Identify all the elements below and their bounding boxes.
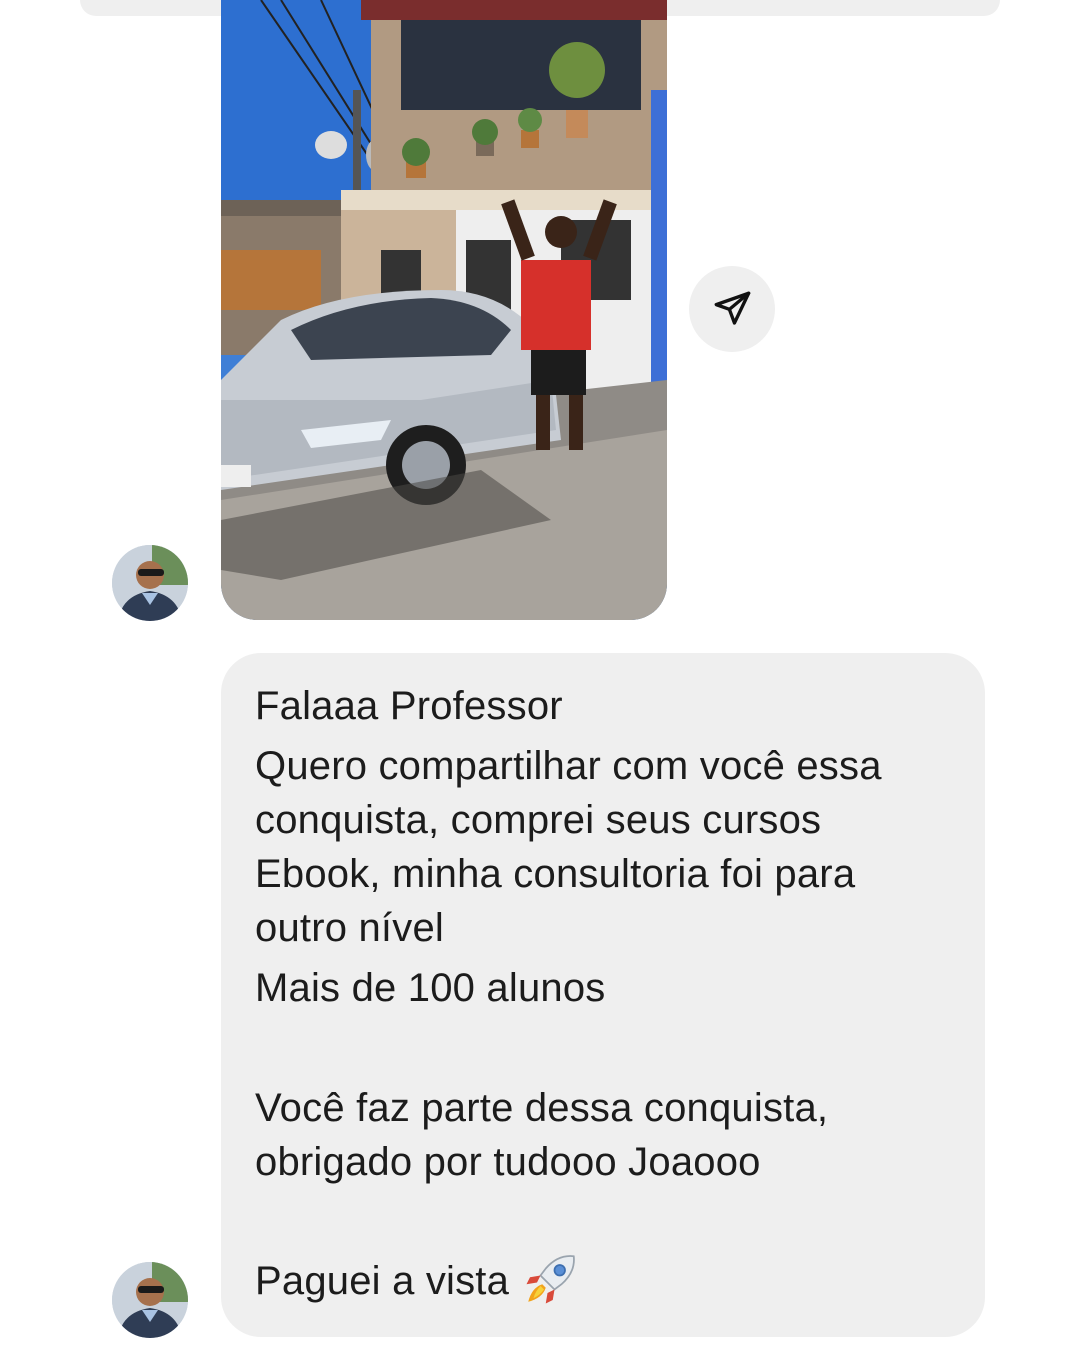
photo-message[interactable]: [221, 0, 667, 620]
text-message-bubble[interactable]: Falaaa Professor Quero compartilhar com …: [221, 653, 985, 1337]
avatar-image: [112, 545, 188, 621]
message-paid-line: Paguei a vista: [255, 1253, 579, 1309]
message-thanks-paragraph: Você faz parte dessa conquista, obrigado…: [255, 1086, 829, 1184]
message-paid-text: Paguei a vista: [255, 1259, 510, 1303]
message-students-line: Mais de 100 alunos: [255, 966, 606, 1010]
avatar-image-2: [112, 1262, 188, 1338]
rocket-icon: [523, 1251, 579, 1307]
sender-avatar-2[interactable]: [112, 1262, 188, 1338]
car-photo-image: [221, 0, 667, 620]
sender-avatar[interactable]: [112, 545, 188, 621]
paper-plane-icon: [714, 291, 751, 325]
share-button[interactable]: [689, 266, 775, 352]
message-greeting: Falaaa Professor: [255, 684, 563, 728]
photo-frame: [221, 0, 667, 620]
message-main-paragraph: Quero compartilhar com você essa conquis…: [255, 744, 882, 950]
